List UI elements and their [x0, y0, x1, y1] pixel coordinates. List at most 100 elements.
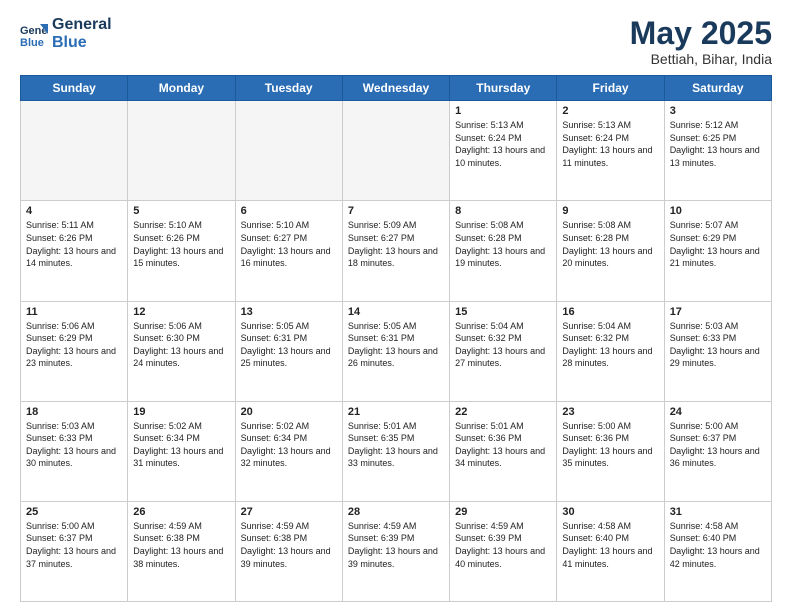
- week-row-2: 4 Sunrise: 5:11 AMSunset: 6:26 PMDaylight…: [21, 201, 772, 301]
- day-cell-5: 5Sunrise: 5:10 AMSunset: 6:26 PMDaylight…: [128, 201, 235, 301]
- week-row-4: 18Sunrise: 5:03 AMSunset: 6:33 PMDayligh…: [21, 401, 772, 501]
- day-number: 13: [241, 306, 337, 318]
- day-info: Sunrise: 5:01 AMSunset: 6:35 PMDaylight:…: [348, 420, 444, 470]
- day-number: 10: [670, 205, 766, 217]
- day-info: Sunrise: 5:05 AMSunset: 6:31 PMDaylight:…: [241, 320, 337, 370]
- day-number: 23: [562, 406, 658, 418]
- svg-text:Blue: Blue: [20, 37, 44, 48]
- day-info: Sunrise: 4:59 AMSunset: 6:38 PMDaylight:…: [241, 520, 337, 570]
- day-number: 11: [26, 306, 122, 318]
- day-info: Sunrise: 5:08 AMSunset: 6:28 PMDaylight:…: [562, 219, 658, 269]
- day-number: 29: [455, 506, 551, 518]
- day-info: Sunrise: 5:01 AMSunset: 6:36 PMDaylight:…: [455, 420, 551, 470]
- weekday-header-tuesday: Tuesday: [235, 76, 342, 101]
- day-number: 30: [562, 506, 658, 518]
- logo-blue: Blue: [52, 34, 112, 52]
- day-number: 9: [562, 205, 658, 217]
- header: General Blue General Blue May 2025 Betti…: [20, 16, 772, 67]
- day-info: Sunrise: 5:02 AMSunset: 6:34 PMDaylight:…: [133, 420, 229, 470]
- day-info: Sunrise: 5:11 AMSunset: 6:26 PMDaylight:…: [26, 219, 122, 269]
- day-info: Sunrise: 5:06 AMSunset: 6:30 PMDaylight:…: [133, 320, 229, 370]
- month-title: May 2025: [630, 16, 772, 51]
- day-info: Sunrise: 4:58 AMSunset: 6:40 PMDaylight:…: [670, 520, 766, 570]
- day-cell-2: 2 Sunrise: 5:13 AMSunset: 6:24 PMDaylight…: [557, 101, 664, 201]
- day-info: Sunrise: 5:05 AMSunset: 6:31 PMDaylight:…: [348, 320, 444, 370]
- day-cell-24: 24Sunrise: 5:00 AMSunset: 6:37 PMDayligh…: [664, 401, 771, 501]
- day-cell-26: 26 Sunrise: 4:59 AMSunset: 6:38 PMDayligh…: [128, 501, 235, 601]
- day-number: 21: [348, 406, 444, 418]
- week-row-3: 11Sunrise: 5:06 AMSunset: 6:29 PMDayligh…: [21, 301, 772, 401]
- day-number: 5: [133, 205, 229, 217]
- day-cell-28: 28Sunrise: 4:59 AMSunset: 6:39 PMDayligh…: [342, 501, 449, 601]
- calendar-table: SundayMondayTuesdayWednesdayThursdayFrid…: [20, 75, 772, 602]
- day-cell-18: 18Sunrise: 5:03 AMSunset: 6:33 PMDayligh…: [21, 401, 128, 501]
- day-number: 1: [455, 105, 551, 117]
- day-cell-8: 8Sunrise: 5:08 AMSunset: 6:28 PMDaylight…: [450, 201, 557, 301]
- day-cell-16: 16 Sunrise: 5:04 AMSunset: 6:32 PMDayligh…: [557, 301, 664, 401]
- weekday-header-wednesday: Wednesday: [342, 76, 449, 101]
- day-number: 20: [241, 406, 337, 418]
- title-block: May 2025 Bettiah, Bihar, India: [630, 16, 772, 67]
- page: General Blue General Blue May 2025 Betti…: [0, 0, 792, 612]
- day-cell-10: 10 Sunrise: 5:07 AMSunset: 6:29 PMDayligh…: [664, 201, 771, 301]
- weekday-header-saturday: Saturday: [664, 76, 771, 101]
- day-number: 22: [455, 406, 551, 418]
- day-cell-12: 12 Sunrise: 5:06 AMSunset: 6:30 PMDayligh…: [128, 301, 235, 401]
- day-info: Sunrise: 5:13 AMSunset: 6:24 PMDaylight:…: [562, 119, 658, 169]
- day-cell-6: 6 Sunrise: 5:10 AMSunset: 6:27 PMDaylight…: [235, 201, 342, 301]
- day-cell-27: 27Sunrise: 4:59 AMSunset: 6:38 PMDayligh…: [235, 501, 342, 601]
- day-info: Sunrise: 4:59 AMSunset: 6:38 PMDaylight:…: [133, 520, 229, 570]
- empty-cell: [128, 101, 235, 201]
- day-number: 16: [562, 306, 658, 318]
- day-info: Sunrise: 5:00 AMSunset: 6:37 PMDaylight:…: [26, 520, 122, 570]
- day-info: Sunrise: 4:59 AMSunset: 6:39 PMDaylight:…: [348, 520, 444, 570]
- logo-general: General: [52, 16, 112, 34]
- week-row-5: 25Sunrise: 5:00 AMSunset: 6:37 PMDayligh…: [21, 501, 772, 601]
- day-cell-3: 3 Sunrise: 5:12 AMSunset: 6:25 PMDaylight…: [664, 101, 771, 201]
- day-number: 2: [562, 105, 658, 117]
- day-cell-19: 19Sunrise: 5:02 AMSunset: 6:34 PMDayligh…: [128, 401, 235, 501]
- day-cell-11: 11Sunrise: 5:06 AMSunset: 6:29 PMDayligh…: [21, 301, 128, 401]
- logo-icon: General Blue: [20, 20, 48, 48]
- day-cell-23: 23 Sunrise: 5:00 AMSunset: 6:36 PMDayligh…: [557, 401, 664, 501]
- weekday-header-thursday: Thursday: [450, 76, 557, 101]
- day-number: 26: [133, 506, 229, 518]
- day-info: Sunrise: 4:58 AMSunset: 6:40 PMDaylight:…: [562, 520, 658, 570]
- day-number: 8: [455, 205, 551, 217]
- day-cell-14: 14 Sunrise: 5:05 AMSunset: 6:31 PMDayligh…: [342, 301, 449, 401]
- day-info: Sunrise: 5:10 AMSunset: 6:27 PMDaylight:…: [241, 219, 337, 269]
- day-number: 4: [26, 205, 122, 217]
- day-info: Sunrise: 5:07 AMSunset: 6:29 PMDaylight:…: [670, 219, 766, 269]
- day-info: Sunrise: 5:00 AMSunset: 6:36 PMDaylight:…: [562, 420, 658, 470]
- day-info: Sunrise: 5:04 AMSunset: 6:32 PMDaylight:…: [562, 320, 658, 370]
- day-cell-30: 30 Sunrise: 4:58 AMSunset: 6:40 PMDayligh…: [557, 501, 664, 601]
- week-row-1: 1 Sunrise: 5:13 AMSunset: 6:24 PMDaylight…: [21, 101, 772, 201]
- day-number: 14: [348, 306, 444, 318]
- day-cell-25: 25Sunrise: 5:00 AMSunset: 6:37 PMDayligh…: [21, 501, 128, 601]
- day-number: 12: [133, 306, 229, 318]
- day-info: Sunrise: 5:12 AMSunset: 6:25 PMDaylight:…: [670, 119, 766, 169]
- day-info: Sunrise: 5:13 AMSunset: 6:24 PMDaylight:…: [455, 119, 551, 169]
- day-number: 6: [241, 205, 337, 217]
- weekday-header-friday: Friday: [557, 76, 664, 101]
- day-cell-7: 7 Sunrise: 5:09 AMSunset: 6:27 PMDaylight…: [342, 201, 449, 301]
- weekday-header-row: SundayMondayTuesdayWednesdayThursdayFrid…: [21, 76, 772, 101]
- day-number: 31: [670, 506, 766, 518]
- day-info: Sunrise: 5:00 AMSunset: 6:37 PMDaylight:…: [670, 420, 766, 470]
- day-cell-9: 9 Sunrise: 5:08 AMSunset: 6:28 PMDaylight…: [557, 201, 664, 301]
- day-info: Sunrise: 5:02 AMSunset: 6:34 PMDaylight:…: [241, 420, 337, 470]
- day-info: Sunrise: 5:03 AMSunset: 6:33 PMDaylight:…: [670, 320, 766, 370]
- day-number: 7: [348, 205, 444, 217]
- logo: General Blue General Blue: [20, 16, 112, 51]
- location: Bettiah, Bihar, India: [630, 51, 772, 67]
- empty-cell: [21, 101, 128, 201]
- day-info: Sunrise: 5:09 AMSunset: 6:27 PMDaylight:…: [348, 219, 444, 269]
- day-number: 3: [670, 105, 766, 117]
- day-number: 15: [455, 306, 551, 318]
- day-cell-17: 17Sunrise: 5:03 AMSunset: 6:33 PMDayligh…: [664, 301, 771, 401]
- day-info: Sunrise: 5:03 AMSunset: 6:33 PMDaylight:…: [26, 420, 122, 470]
- day-info: Sunrise: 4:59 AMSunset: 6:39 PMDaylight:…: [455, 520, 551, 570]
- weekday-header-sunday: Sunday: [21, 76, 128, 101]
- day-cell-13: 13 Sunrise: 5:05 AMSunset: 6:31 PMDayligh…: [235, 301, 342, 401]
- day-cell-15: 15Sunrise: 5:04 AMSunset: 6:32 PMDayligh…: [450, 301, 557, 401]
